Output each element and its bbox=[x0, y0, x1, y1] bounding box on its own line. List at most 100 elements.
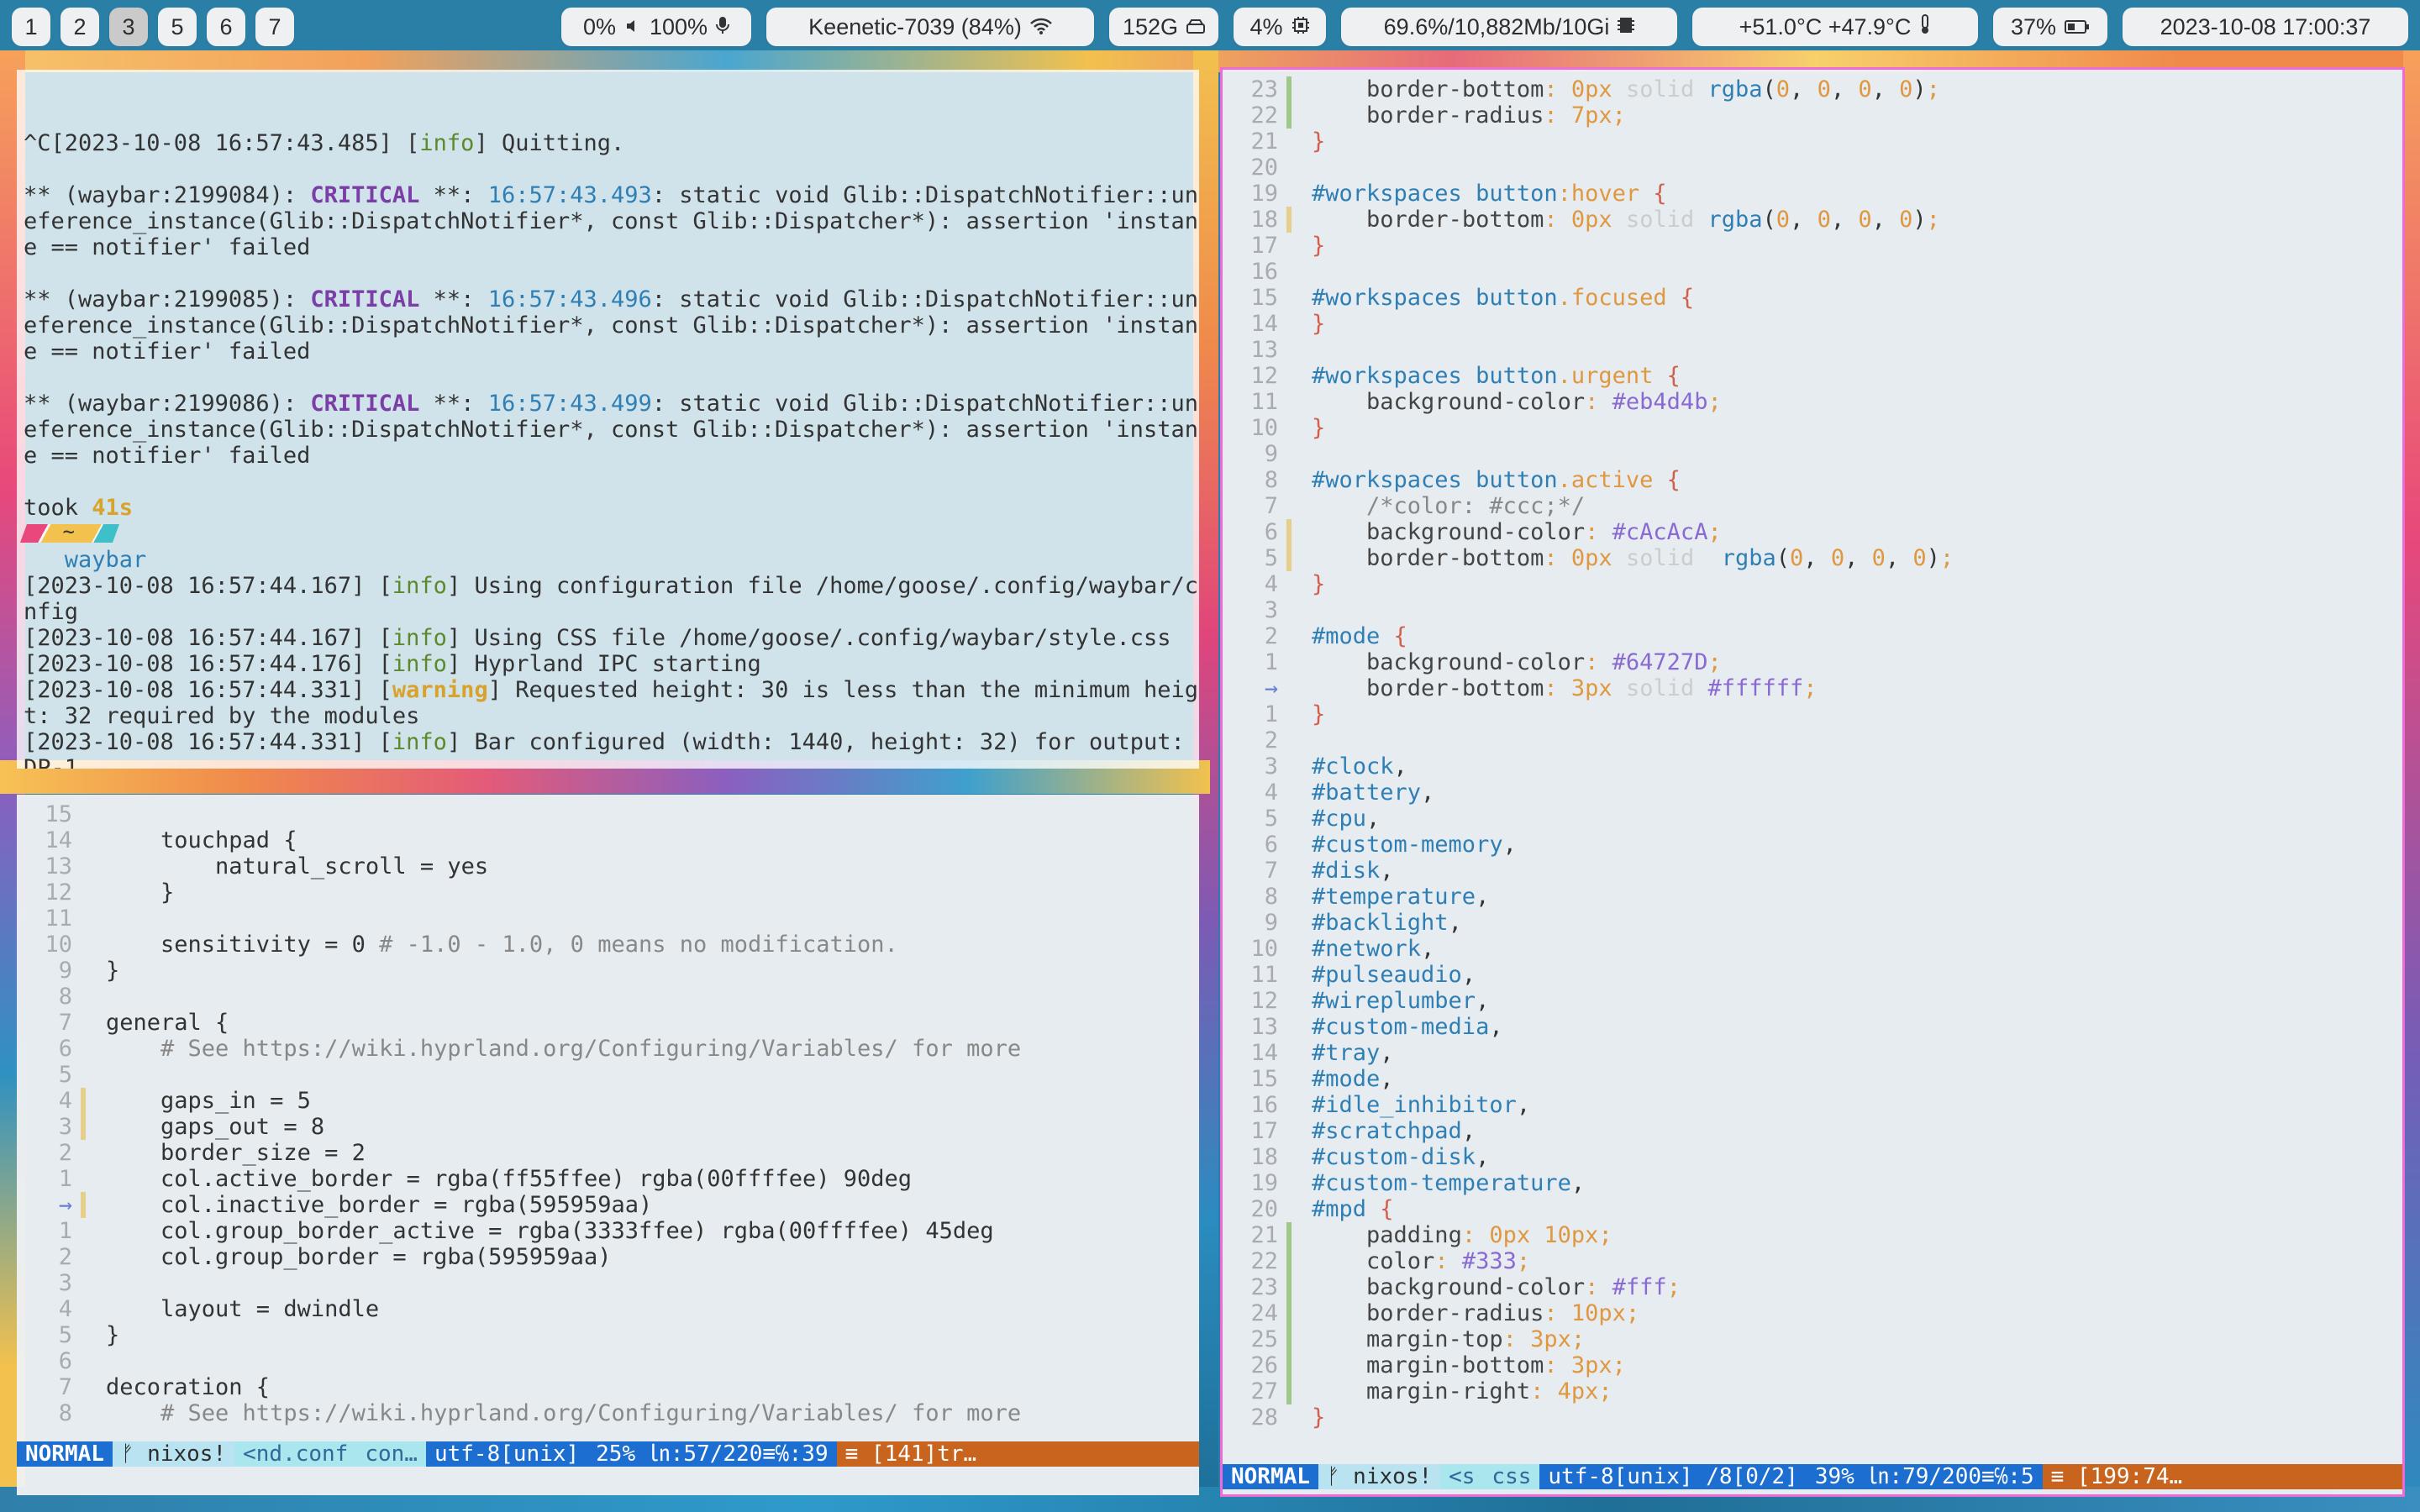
line-number: 8 bbox=[58, 1400, 72, 1426]
line-number: 2 bbox=[1264, 727, 1278, 753]
line-number: 15 bbox=[1250, 285, 1278, 311]
terminal-window[interactable]: ^C[2023-10-08 16:57:43.485] [info] Quitt… bbox=[17, 70, 1199, 769]
network-label: Keenetic-7039 (84%) bbox=[808, 13, 1022, 39]
terminal-output: ^C[2023-10-08 16:57:43.485] [info] Quitt… bbox=[19, 130, 1199, 769]
status-extra: ≡ [199:74… bbox=[2042, 1464, 2402, 1489]
editor-style-css[interactable]: 23 border-bottom: 0px solid rgba(0, 0, 0… bbox=[1220, 67, 2405, 1497]
line-number: 5 bbox=[1264, 545, 1278, 571]
code-line: 23 background-color: #fff; bbox=[1223, 1274, 2402, 1300]
code-line: 12 } bbox=[17, 879, 1199, 906]
mic-icon bbox=[716, 14, 730, 40]
mic-volume: 100% bbox=[649, 13, 708, 39]
line-number: 12 bbox=[1250, 363, 1278, 389]
line-number: 7 bbox=[1264, 858, 1278, 884]
line-number: 17 bbox=[1250, 233, 1278, 259]
line-number: 6 bbox=[58, 1036, 72, 1062]
code-line: 4 #battery, bbox=[1223, 780, 2402, 806]
code-line: 13 natural_scroll = yes bbox=[17, 853, 1199, 879]
code-line: 19 #custom-temperature, bbox=[1223, 1170, 2402, 1196]
shell-prompt: ~ bbox=[19, 520, 120, 543]
line-number: 8 bbox=[1264, 467, 1278, 493]
audio-volume: 0% bbox=[582, 13, 616, 39]
code-line: → col.inactive_border = rgba(595959aa) bbox=[17, 1192, 1199, 1218]
code-line: 24 border-radius: 10px; bbox=[1223, 1300, 2402, 1326]
code-line: 8 bbox=[17, 984, 1199, 1010]
workspace-button-2[interactable]: 2 bbox=[60, 8, 99, 46]
workspace-button-3[interactable]: 3 bbox=[109, 8, 148, 46]
disk-label: 152G bbox=[1122, 13, 1179, 39]
line-number: 21 bbox=[1250, 1222, 1278, 1248]
code-line: 11 background-color: #eb4d4b; bbox=[1223, 389, 2402, 415]
code-line: 3 #clock, bbox=[1223, 753, 2402, 780]
terminal-line: eference_instance(Glib::DispatchNotifier… bbox=[24, 208, 1199, 234]
line-number: 1 bbox=[1264, 701, 1278, 727]
code-line: 13 #custom-media, bbox=[1223, 1014, 2402, 1040]
terminal-line: DP-1 bbox=[24, 755, 79, 769]
line-number: 5 bbox=[1264, 806, 1278, 832]
memory-module[interactable]: 69.6%/10,882Mb/10Gi bbox=[1341, 8, 1677, 46]
status-position: 25% ㏑:57/220≡℅:39 bbox=[587, 1441, 837, 1467]
workspace-button-5[interactable]: 5 bbox=[158, 8, 197, 46]
terminal-line: [2023-10-08 16:57:44.331] [info] Bar con… bbox=[24, 729, 1199, 755]
line-number: 14 bbox=[1250, 1040, 1278, 1066]
code-line: 11 #pulseaudio, bbox=[1223, 962, 2402, 988]
status-position: 39% ㏑:79/200≡℅:5 bbox=[1806, 1464, 2043, 1489]
statusline: NORMAL ᚠ nixos! <s css utf-8[unix] /8[0/… bbox=[1223, 1464, 2402, 1489]
code-line: 10 sensitivity = 0 # -1.0 - 1.0, 0 means… bbox=[17, 932, 1199, 958]
line-number: 23 bbox=[1250, 1274, 1278, 1300]
battery-label: 37% bbox=[2010, 13, 2057, 39]
line-number: 9 bbox=[1264, 441, 1278, 467]
code-line: 4 gaps_in = 5 bbox=[17, 1088, 1199, 1114]
code-line: 17 #scratchpad, bbox=[1223, 1118, 2402, 1144]
terminal-line: eference_instance(Glib::DispatchNotifier… bbox=[24, 312, 1199, 339]
workspace-button-6[interactable]: 6 bbox=[207, 8, 245, 46]
code-line: 17} bbox=[1223, 233, 2402, 259]
disk-module[interactable]: 152G bbox=[1109, 8, 1218, 46]
code-line: 14 touchpad { bbox=[17, 827, 1199, 853]
status-mode: NORMAL bbox=[1223, 1464, 1318, 1489]
line-number: 20 bbox=[1250, 1196, 1278, 1222]
code-line: 4} bbox=[1223, 571, 2402, 597]
line-number: 12 bbox=[1250, 988, 1278, 1014]
status-filetype: con… bbox=[356, 1441, 426, 1467]
line-number: 4 bbox=[1264, 780, 1278, 806]
line-number: 9 bbox=[58, 958, 72, 984]
line-number: 2 bbox=[58, 1140, 72, 1166]
clock-label: 2023-10-08 17:00:37 bbox=[2160, 13, 2371, 39]
terminal-line: nfig bbox=[24, 599, 79, 625]
line-number: 7 bbox=[1264, 493, 1278, 519]
line-number: 22 bbox=[1250, 102, 1278, 129]
terminal-line: eference_instance(Glib::DispatchNotifier… bbox=[24, 417, 1199, 443]
line-number: 18 bbox=[1250, 1144, 1278, 1170]
editor-hyprland-conf[interactable]: 15 14 touchpad {13 natural_scroll = yes 12… bbox=[17, 795, 1199, 1495]
network-module[interactable]: Keenetic-7039 (84%) bbox=[766, 8, 1094, 46]
line-number: 16 bbox=[1250, 1092, 1278, 1118]
workspace-button-1[interactable]: 1 bbox=[12, 8, 50, 46]
line-number: → bbox=[1264, 675, 1278, 701]
cpu-module[interactable]: 4% bbox=[1234, 8, 1326, 46]
line-number: 3 bbox=[58, 1270, 72, 1296]
code-line: 6 bbox=[17, 1348, 1199, 1374]
code-line: 22 color: #333; bbox=[1223, 1248, 2402, 1274]
line-number: 10 bbox=[1250, 415, 1278, 441]
line-number: 14 bbox=[1250, 311, 1278, 337]
terminal-line: took 41s bbox=[24, 495, 134, 521]
line-number: 5 bbox=[58, 1062, 72, 1088]
code-line: 27 margin-right: 4px; bbox=[1223, 1378, 2402, 1404]
memory-icon bbox=[1618, 14, 1635, 40]
line-number: 10 bbox=[45, 932, 72, 958]
code-line: 4 layout = dwindle bbox=[17, 1296, 1199, 1322]
line-number: 19 bbox=[1250, 181, 1278, 207]
clock-module[interactable]: 2023-10-08 17:00:37 bbox=[2123, 8, 2408, 46]
terminal-line: ** (waybar:2199084): CRITICAL **: 16:57:… bbox=[24, 182, 1199, 208]
workspace-button-7[interactable]: 7 bbox=[255, 8, 294, 46]
code-line: 16 #idle_inhibitor, bbox=[1223, 1092, 2402, 1118]
temperature-module[interactable]: +51.0°C +47.9°C bbox=[1692, 8, 1978, 46]
code-line: 5 border-bottom: 0px solid rgba(0, 0, 0,… bbox=[1223, 545, 2402, 571]
audio-module[interactable]: 0% 100% bbox=[561, 8, 751, 46]
terminal-line: e == notifier' failed bbox=[24, 339, 311, 365]
line-number: 14 bbox=[45, 827, 72, 853]
battery-module[interactable]: 37% bbox=[1993, 8, 2107, 46]
